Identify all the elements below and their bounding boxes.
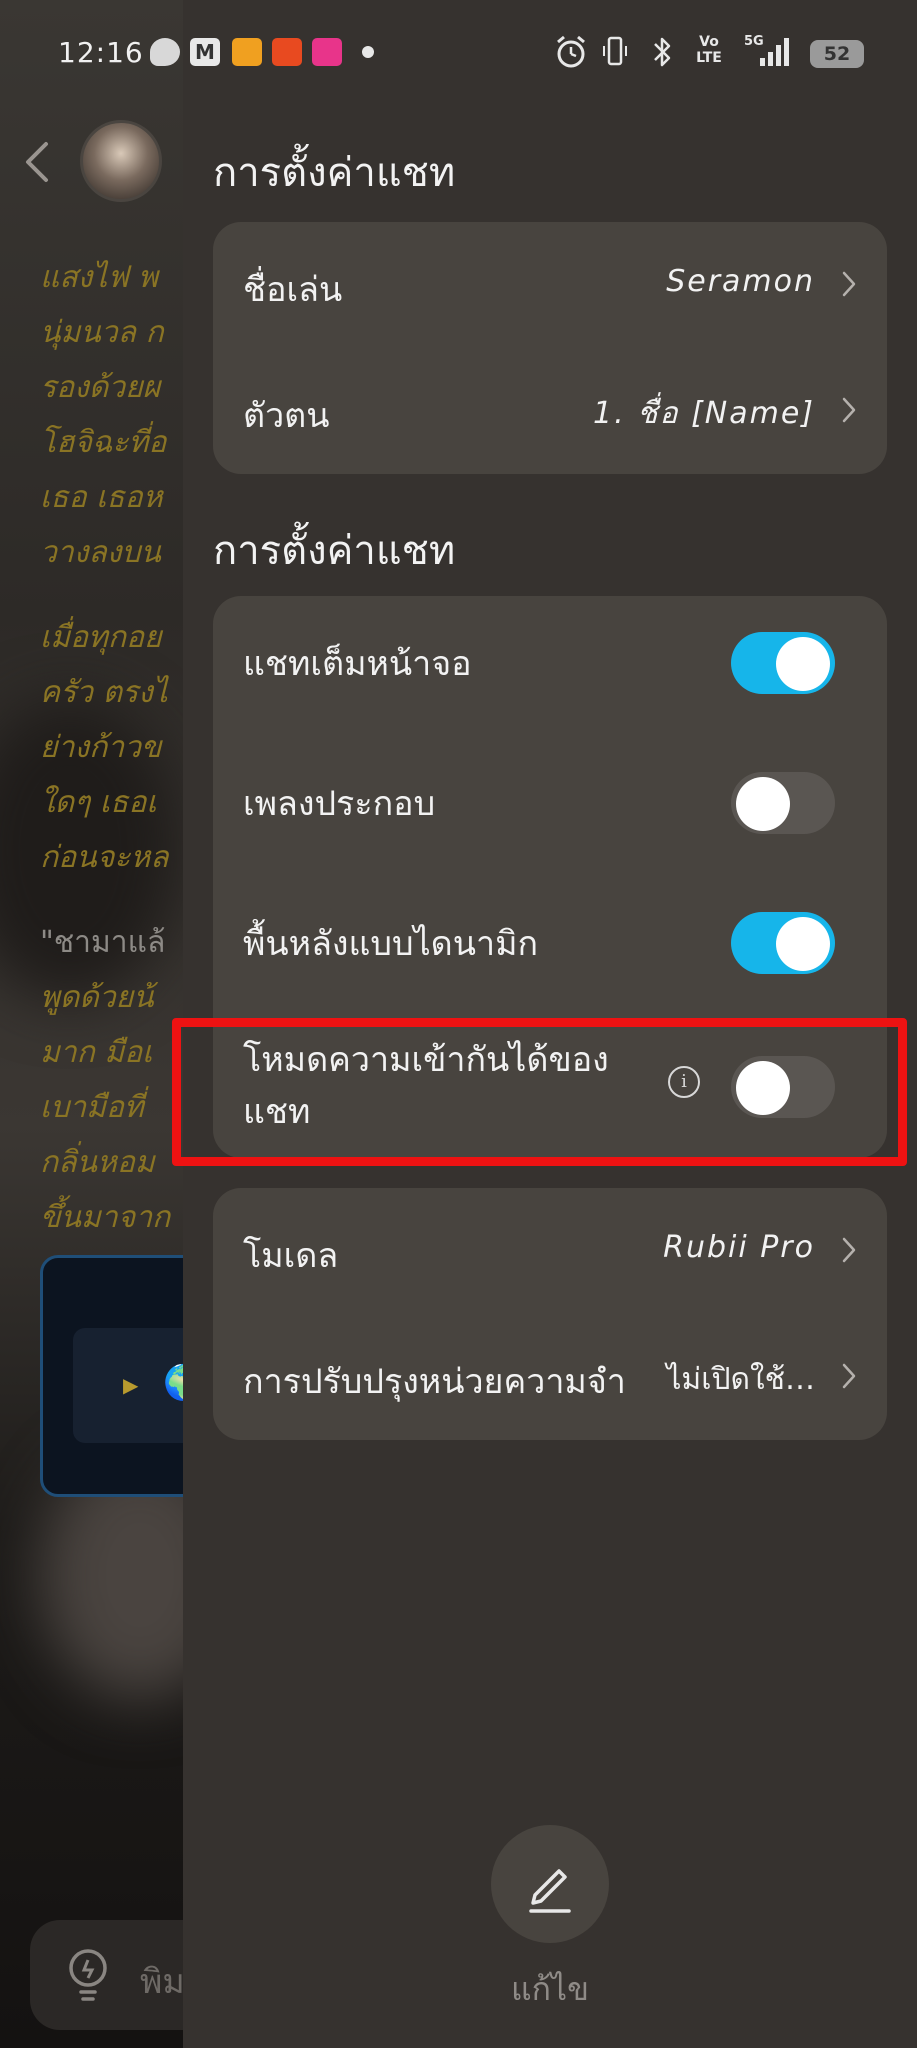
story-quote: "ชามาแล้	[40, 925, 166, 960]
media-card[interactable]: ▶ 🌍	[40, 1255, 190, 1497]
play-icon[interactable]: ▶	[123, 1373, 138, 1397]
persona-label: ตัวตน	[243, 396, 330, 436]
media-player[interactable]: ▶ 🌍	[73, 1328, 190, 1443]
alarm-icon	[557, 35, 585, 68]
back-chevron-icon[interactable]	[22, 140, 52, 184]
app-notification-icon	[232, 38, 262, 66]
profile-card: ชื่อเล่น Seramon ตัวตน 1. ชื่อ [Name]	[213, 222, 887, 474]
chevron-right-icon	[842, 1237, 856, 1263]
chat-options-card: แชทเต็มหน้าจอ เพลงประกอบ พื้นหลังแบบไดนา…	[213, 596, 887, 1158]
music-toggle[interactable]	[731, 772, 835, 834]
fullscreen-label: แชทเต็มหน้าจอ	[243, 644, 472, 684]
mail-notification-icon: M	[190, 38, 220, 66]
story-line: ก่อนจะหล	[40, 840, 169, 875]
story-line: เบามือที่	[40, 1090, 144, 1125]
input-placeholder: พิม	[140, 1962, 185, 2002]
dynamic-background-row: พื้นหลังแบบไดนามิก	[213, 876, 887, 1002]
story-text: แสงไฟ พ นุ่มนวล ก รองด้วยผ โฮจิฉะที่อ เธ…	[40, 250, 190, 1275]
music-row: เพลงประกอบ	[213, 736, 887, 862]
signal-icon	[760, 38, 789, 66]
persona-row[interactable]: ตัวตน 1. ชื่อ [Name]	[213, 348, 887, 474]
model-value: Rubii Pro	[663, 1230, 815, 1265]
chevron-right-icon	[842, 397, 856, 423]
story-line: วางลงบน	[40, 535, 161, 570]
edit-label: แก้ไข	[511, 1970, 589, 2008]
compatibility-mode-toggle[interactable]	[731, 1056, 835, 1118]
nickname-label: ชื่อเล่น	[243, 270, 343, 310]
fullscreen-toggle[interactable]	[731, 632, 835, 694]
compatibility-mode-label-line1: โหมดความเข้ากันได้ของ	[243, 1040, 609, 1080]
vibrate-icon	[603, 36, 627, 66]
story-line: รองด้วยผ	[40, 370, 161, 405]
screen: แสงไฟ พ นุ่มนวล ก รองด้วยผ โฮจิฉะที่อ เธ…	[0, 0, 917, 2048]
toggle-knob	[776, 637, 830, 691]
chat-background: แสงไฟ พ นุ่มนวล ก รองด้วยผ โฮจิฉะที่อ เธ…	[0, 0, 190, 2048]
story-line: เธอ เธอห	[40, 480, 163, 515]
story-line: ครัว ตรงไ	[40, 675, 168, 710]
toggle-knob	[776, 917, 830, 971]
nickname-row[interactable]: ชื่อเล่น Seramon	[213, 222, 887, 348]
story-line: ใดๆ เธอเ	[40, 785, 157, 820]
memory-label: การปรับปรุงหน่วยความจำ	[243, 1362, 626, 1402]
app-notification-icon	[272, 38, 302, 66]
bulb-icon[interactable]	[64, 1946, 112, 2006]
nickname-value: Seramon	[666, 264, 815, 299]
model-card: โมเดล Rubii Pro การปรับปรุงหน่วยความจำ ไ…	[213, 1188, 887, 1440]
story-line: ย่างก้าวข	[40, 730, 162, 765]
compatibility-mode-label: โหมดความเข้ากันได้ของ แชท	[243, 1034, 609, 1138]
chat-settings-panel: การตั้งค่าแชท ชื่อเล่น Seramon ตัวตน 1. …	[183, 0, 917, 2048]
chevron-right-icon	[842, 271, 856, 297]
model-row[interactable]: โมเดล Rubii Pro	[213, 1188, 887, 1314]
more-notifications-dot	[362, 46, 374, 58]
toggle-knob	[736, 777, 790, 831]
story-line: กลิ่นหอม	[40, 1145, 155, 1180]
music-label: เพลงประกอบ	[243, 784, 436, 824]
fullscreen-row: แชทเต็มหน้าจอ	[213, 596, 887, 722]
story-line: แสงไฟ พ	[40, 260, 158, 295]
info-icon[interactable]: i	[668, 1066, 700, 1098]
volte-indicator: Vo LTE	[696, 34, 722, 66]
story-line: นุ่มนวล ก	[40, 315, 164, 350]
chat-notification-icon	[150, 38, 180, 66]
chevron-right-icon	[842, 1363, 856, 1389]
pencil-icon	[529, 1869, 571, 1913]
dynamic-background-toggle[interactable]	[731, 912, 835, 974]
status-bar: 12:16 M Vo LTE 5G 52	[0, 0, 917, 108]
story-line: เมื่อทุกอย	[40, 620, 162, 655]
battery-icon: 52	[810, 40, 864, 68]
dynamic-background-label: พื้นหลังแบบไดนามิก	[243, 924, 539, 964]
story-line: ขึ้นมาจาก	[40, 1200, 171, 1235]
memory-value: ไม่เปิดใช้…	[666, 1362, 815, 1397]
story-line: โฮจิฉะที่อ	[40, 425, 167, 460]
clock: 12:16	[58, 36, 144, 69]
bluetooth-icon	[654, 37, 671, 67]
persona-value: 1. ชื่อ [Name]	[593, 396, 815, 431]
section-title: การตั้งค่าแชท	[213, 150, 456, 196]
edit-button[interactable]	[491, 1825, 609, 1943]
compatibility-mode-label-line2: แชท	[243, 1092, 311, 1132]
model-label: โมเดล	[243, 1236, 339, 1276]
section-title: การตั้งค่าแชท	[213, 528, 456, 574]
story-line: มาก มือเ	[40, 1035, 153, 1070]
story-line: พูดด้วยน้	[40, 980, 154, 1015]
compatibility-mode-row: โหมดความเข้ากันได้ของ แชท i	[213, 1016, 887, 1156]
avatar[interactable]	[80, 120, 162, 202]
memory-row[interactable]: การปรับปรุงหน่วยความจำ ไม่เปิดใช้…	[213, 1314, 887, 1440]
message-input[interactable]: พิม	[30, 1920, 190, 2030]
app-notification-icon	[312, 38, 342, 66]
toggle-knob	[736, 1061, 790, 1115]
